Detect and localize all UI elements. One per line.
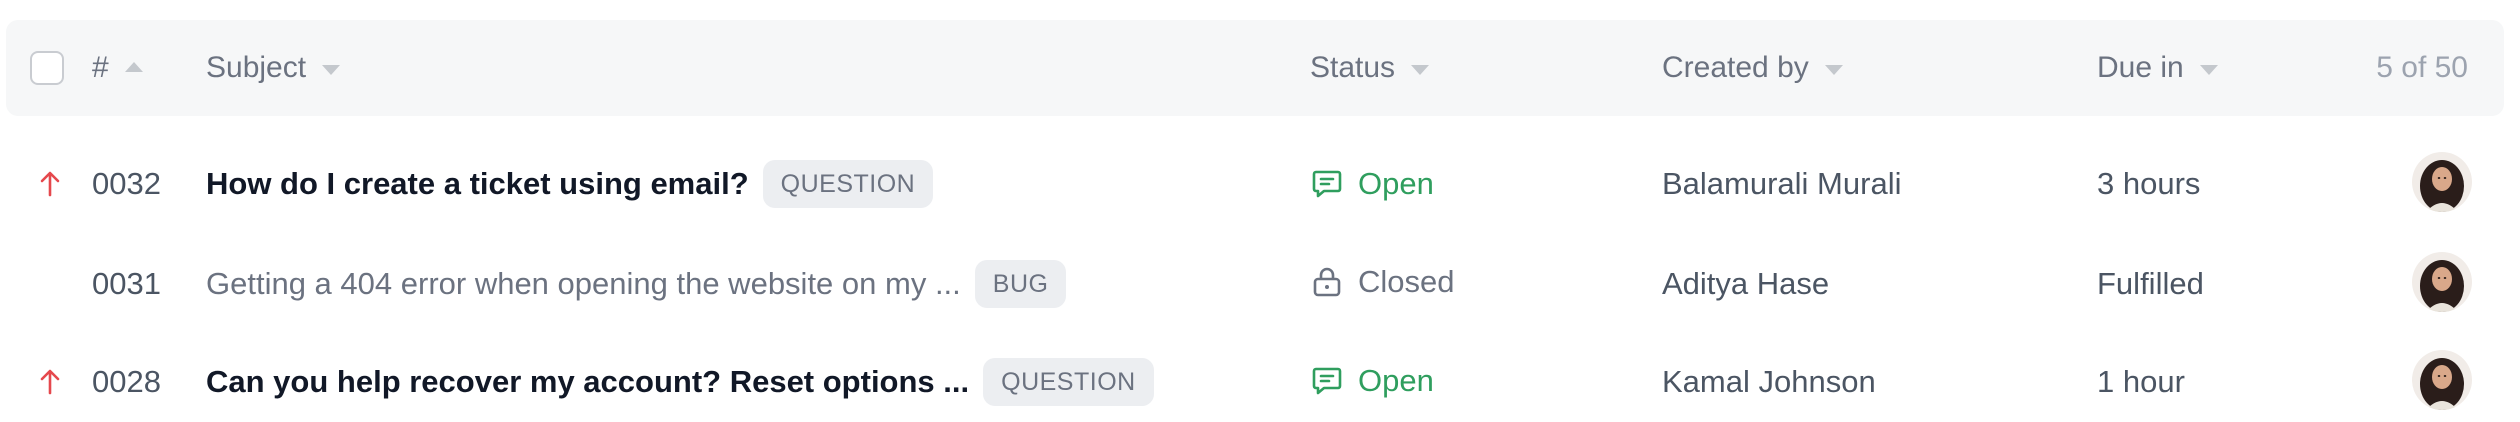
avatar[interactable] — [2412, 152, 2472, 212]
ticket-number: 0032 — [92, 162, 161, 206]
ticket-status: Closed — [1310, 260, 1455, 304]
header-status[interactable]: Status — [1310, 48, 1430, 88]
header-due-in[interactable]: Due in — [2097, 48, 2218, 88]
sort-dropdown-icon[interactable] — [1411, 64, 1430, 75]
status-label: Closed — [1358, 264, 1455, 299]
header-number-label: # — [92, 51, 109, 84]
ticket-created-by: Balamurali Murali — [1662, 162, 1901, 206]
avatar-image-icon — [2412, 152, 2472, 212]
ticket-status: Open — [1310, 359, 1434, 403]
header-number[interactable]: # — [92, 48, 143, 88]
ticket-number: 0031 — [92, 262, 161, 306]
ticket-tag-badge: QUESTION — [762, 160, 934, 208]
sort-dropdown-icon[interactable] — [2199, 64, 2218, 75]
select-all-checkbox[interactable] — [30, 51, 64, 85]
arrow-up-icon — [40, 369, 60, 395]
chat-icon — [1312, 367, 1342, 395]
ticket-subject-link[interactable]: Can you help recover my account? Reset o… — [206, 364, 969, 400]
ticket-due-in: 1 hour — [2097, 360, 2185, 404]
assignee-avatar[interactable] — [2412, 152, 2472, 212]
ticket-number: 0028 — [92, 360, 161, 404]
assignee-avatar[interactable] — [2412, 350, 2472, 410]
chat-icon — [1312, 170, 1342, 198]
status-label: Open — [1358, 363, 1434, 398]
tickets-table: # Subject Status Created by Due in 5 of … — [0, 0, 2520, 422]
ticket-number-label: 0031 — [92, 266, 161, 301]
avatar-image-icon — [2412, 252, 2472, 312]
ticket-subject[interactable]: Can you help recover my account? Reset o… — [206, 357, 1154, 407]
ticket-created-by: Kamal Johnson — [1662, 360, 1876, 404]
header-status-label: Status — [1310, 51, 1396, 84]
header-created-by[interactable]: Created by — [1662, 48, 1843, 88]
header-subject-label: Subject — [206, 51, 307, 84]
ticket-status: Open — [1310, 162, 1434, 206]
avatar[interactable] — [2412, 350, 2472, 410]
ticket-subject[interactable]: How do I create a ticket using email? QU… — [206, 159, 934, 209]
ticket-number-label: 0032 — [92, 166, 161, 201]
ticket-due-in: Fulfilled — [2097, 262, 2204, 306]
lock-icon — [1313, 267, 1341, 297]
avatar[interactable] — [2412, 252, 2472, 312]
ticket-created-by: Aditya Hase — [1662, 262, 1829, 306]
arrow-up-icon — [40, 171, 60, 197]
priority-high-icon — [38, 366, 62, 398]
sort-dropdown-icon[interactable] — [322, 64, 341, 75]
status-label: Open — [1358, 166, 1434, 201]
header-created-by-label: Created by — [1662, 51, 1809, 84]
header-due-in-label: Due in — [2097, 51, 2184, 84]
pagination-count: 5 of 50 — [2376, 48, 2468, 88]
avatar-image-icon — [2412, 350, 2472, 410]
priority-high-icon — [38, 168, 62, 200]
due-in-label: 1 hour — [2097, 364, 2185, 399]
created-by-name: Kamal Johnson — [1662, 364, 1876, 399]
pagination-label: 5 of 50 — [2376, 51, 2468, 84]
assignee-avatar[interactable] — [2412, 252, 2472, 312]
created-by-name: Balamurali Murali — [1662, 166, 1902, 201]
ticket-number-label: 0028 — [92, 364, 161, 399]
ticket-due-in: 3 hours — [2097, 162, 2200, 206]
ticket-subject[interactable]: Getting a 404 error when opening the web… — [206, 259, 1067, 309]
ticket-subject-link[interactable]: Getting a 404 error when opening the web… — [206, 266, 961, 302]
ticket-tag-badge: BUG — [974, 260, 1067, 308]
ticket-tag-badge: QUESTION — [983, 358, 1154, 406]
created-by-name: Aditya Hase — [1662, 266, 1830, 301]
sort-dropdown-icon[interactable] — [1824, 64, 1843, 75]
due-in-label: Fulfilled — [2097, 266, 2204, 301]
checkbox-box[interactable] — [30, 51, 64, 85]
ticket-subject-link[interactable]: How do I create a ticket using email? — [206, 166, 749, 202]
due-in-label: 3 hours — [2097, 166, 2201, 201]
sort-ascending-icon[interactable] — [124, 62, 143, 72]
header-subject[interactable]: Subject — [206, 48, 341, 88]
